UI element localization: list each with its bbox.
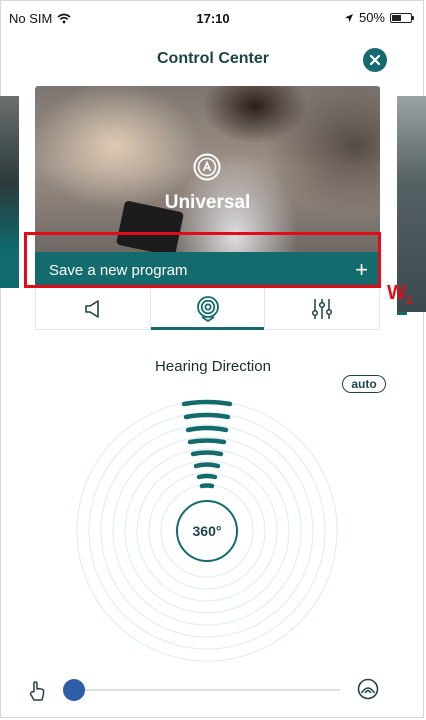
control-tabs bbox=[35, 288, 380, 330]
location-arrow-icon bbox=[344, 13, 353, 22]
battery-fill bbox=[392, 14, 401, 21]
annotation-letter: W bbox=[387, 282, 406, 304]
tab-equalizer[interactable] bbox=[264, 288, 379, 329]
previous-card-strip bbox=[0, 256, 19, 282]
program-name: Universal bbox=[164, 192, 251, 213]
annotation-subscript: 1 bbox=[405, 293, 413, 307]
surroundings-icon[interactable] bbox=[357, 678, 379, 700]
360-direction-button[interactable]: 360° bbox=[176, 500, 238, 562]
next-program-card[interactable] bbox=[397, 96, 426, 315]
equalizer-icon bbox=[312, 298, 333, 319]
balance-slider-thumb[interactable] bbox=[63, 679, 85, 701]
tab-hearing-direction[interactable] bbox=[149, 288, 265, 330]
hearing-direction-title: Hearing Direction bbox=[155, 358, 271, 375]
next-card-indicator bbox=[397, 312, 407, 315]
tab-volume[interactable] bbox=[36, 288, 150, 329]
close-icon bbox=[369, 54, 381, 66]
highlight-annotation-box bbox=[24, 232, 381, 288]
status-bar: No SIM 17:10 50% bbox=[0, 0, 426, 34]
previous-program-card[interactable] bbox=[0, 96, 19, 288]
volume-icon bbox=[85, 299, 99, 318]
close-button[interactable] bbox=[363, 48, 387, 72]
battery-percent: 50% bbox=[358, 10, 385, 25]
status-right: 50% bbox=[344, 10, 414, 25]
annotation-label: W1 bbox=[387, 282, 413, 307]
balance-slider-track[interactable] bbox=[64, 689, 340, 691]
battery-icon bbox=[390, 12, 414, 23]
hearing-direction-icon bbox=[196, 295, 219, 322]
program-a-icon bbox=[193, 153, 221, 181]
touch-icon[interactable] bbox=[27, 680, 47, 702]
